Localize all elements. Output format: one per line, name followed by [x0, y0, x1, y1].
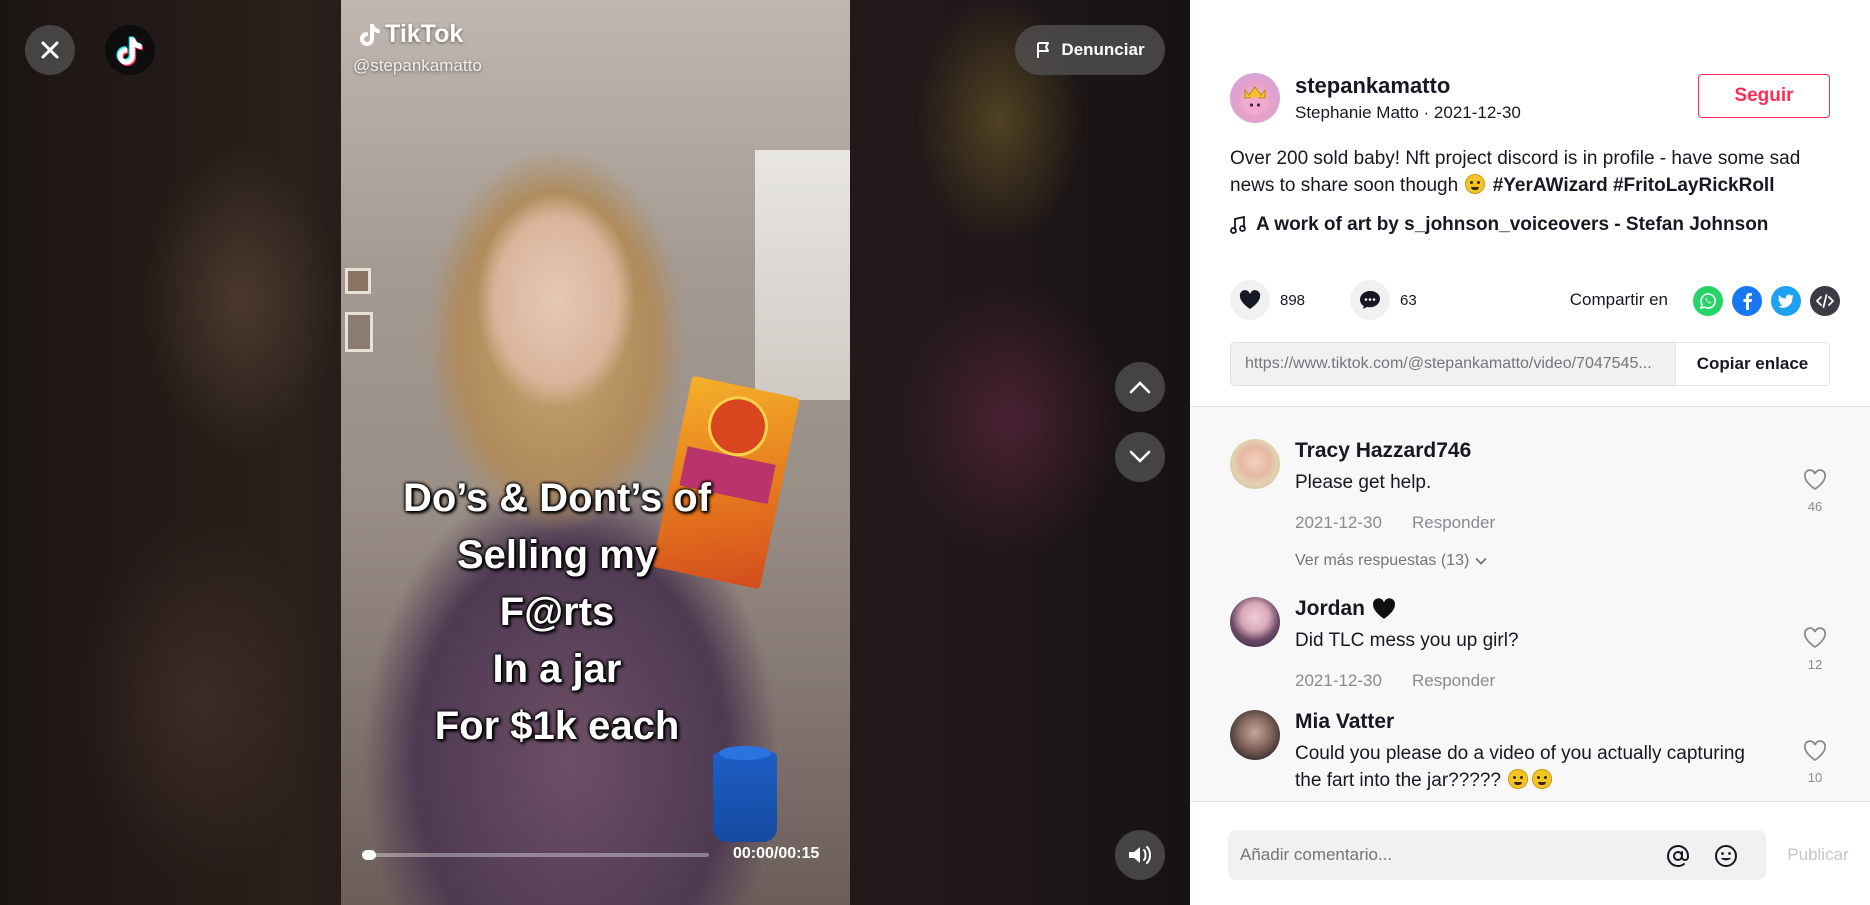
facebook-icon[interactable] — [1732, 286, 1762, 316]
whatsapp-icon[interactable] — [1693, 286, 1723, 316]
tiktok-logo-icon — [360, 23, 380, 46]
comment-composer: Publicar — [1190, 801, 1870, 905]
action-bar: 898 63 Compartir en — [1230, 280, 1840, 320]
comment-like-button[interactable]: 12 — [1800, 627, 1830, 672]
emoji-icon[interactable] — [1714, 844, 1738, 868]
heart-outline-icon — [1803, 469, 1827, 491]
caption-line: F@rts — [499, 590, 615, 634]
video-jar — [713, 746, 777, 842]
author-subline: Stephanie Matto · 2021-12-30 — [1295, 103, 1521, 122]
comment-button[interactable] — [1350, 280, 1390, 320]
comment-like-count: 46 — [1807, 499, 1823, 514]
comment-count: 63 — [1400, 292, 1417, 309]
heart-icon — [1239, 290, 1261, 309]
comment-meta: 2021-12-30 Responder — [1295, 513, 1495, 533]
like-button[interactable] — [1230, 280, 1270, 320]
music-title: A work of art by s_johnson_voiceovers - … — [1256, 214, 1769, 235]
share-link-box: https://www.tiktok.com/@stepankamatto/vi… — [1230, 342, 1830, 386]
comment-like-button[interactable]: 10 — [1800, 740, 1830, 785]
hashtag-link[interactable]: #YerAWizard — [1493, 175, 1608, 196]
video-description: Over 200 sold baby! Nft project discord … — [1230, 145, 1840, 199]
next-video-button[interactable] — [1115, 432, 1165, 482]
chevron-down-icon — [1475, 557, 1487, 565]
music-link[interactable]: A work of art by s_johnson_voiceovers - … — [1230, 214, 1768, 236]
volume-icon — [1129, 846, 1151, 864]
tiktok-home-button[interactable] — [105, 25, 155, 75]
chevron-down-icon — [1129, 450, 1151, 463]
caption-line: In a jar — [492, 647, 622, 691]
mention-icon[interactable] — [1666, 844, 1690, 868]
comment-date: 2021-12-30 — [1295, 671, 1382, 690]
close-icon — [41, 41, 59, 59]
view-more-replies[interactable]: Ver más respuestas (13) — [1295, 552, 1487, 570]
comment-date: 2021-12-30 — [1295, 513, 1382, 532]
black-heart-emoji-icon — [1373, 598, 1396, 619]
avatar[interactable] — [1230, 710, 1280, 760]
video-progress-bar[interactable] — [362, 850, 709, 860]
video-background-cabinets — [755, 150, 850, 400]
comment-author[interactable]: Tracy Hazzard746 — [1295, 439, 1471, 463]
video-stage: TikTok @stepankamatto Do’s & Dont’s of S… — [0, 0, 1190, 905]
author-username[interactable]: stepankamatto — [1295, 73, 1450, 99]
comment-like-button[interactable]: 46 — [1800, 469, 1830, 514]
tiktok-logo-icon — [116, 36, 143, 66]
caption-line: For $1k each — [434, 704, 680, 748]
reply-button[interactable]: Responder — [1412, 513, 1495, 532]
flushed-face-emoji-icon — [1508, 769, 1529, 789]
volume-button[interactable] — [1115, 830, 1165, 880]
watermark-brand: TikTok — [385, 20, 464, 48]
twitter-icon[interactable] — [1771, 286, 1801, 316]
progress-handle[interactable] — [362, 850, 376, 860]
comment-text: Did TLC mess you up girl? — [1295, 630, 1519, 651]
comment-author[interactable]: Mia Vatter — [1295, 710, 1394, 734]
heart-outline-icon — [1803, 740, 1827, 762]
heart-outline-icon — [1803, 627, 1827, 649]
joy-face-emoji-icon — [1532, 769, 1553, 789]
caption-line: Do’s & Dont’s of — [402, 476, 712, 520]
chevron-up-icon — [1129, 381, 1151, 394]
share-label: Compartir en — [1569, 290, 1668, 309]
comment-input-wrapper — [1228, 830, 1766, 880]
video-wall-frame — [345, 312, 373, 352]
like-count: 898 — [1280, 292, 1306, 309]
comment-list[interactable]: Tracy Hazzard746 Please get help. 2021-1… — [1190, 407, 1870, 801]
follow-button[interactable]: Seguir — [1698, 74, 1830, 118]
embed-icon[interactable] — [1810, 286, 1840, 316]
video-wall-frame — [345, 268, 371, 294]
video-time: 00:00/00:15 — [733, 845, 820, 862]
comment-icon — [1360, 291, 1380, 309]
watermark-username: @stepankamatto — [353, 56, 482, 75]
previous-video-button[interactable] — [1115, 362, 1165, 412]
share-link-url[interactable]: https://www.tiktok.com/@stepankamatto/vi… — [1231, 355, 1675, 373]
details-panel: stepankamatto Stephanie Matto · 2021-12-… — [1190, 0, 1870, 905]
hashtag-link[interactable]: #FritoLayRickRoll — [1613, 175, 1775, 196]
avatar[interactable] — [1230, 439, 1280, 489]
avatar-crown-icon — [1244, 86, 1266, 115]
caption-line: Selling my — [456, 533, 658, 577]
comment-text: Please get help. — [1295, 472, 1432, 493]
comment-like-count: 12 — [1807, 657, 1823, 672]
comment-meta: 2021-12-30 Responder — [1295, 671, 1495, 691]
comment-like-count: 10 — [1807, 770, 1823, 785]
publish-button[interactable]: Publicar — [1766, 830, 1870, 880]
close-button[interactable] — [25, 25, 75, 75]
watermark-logo: TikTok — [357, 20, 463, 49]
report-label: Denunciar — [1061, 40, 1145, 59]
video-caption-overlay: Do’s & Dont’s of Selling my F@rts In a j… — [341, 470, 773, 755]
more-replies-label: Ver más respuestas (13) — [1295, 552, 1470, 569]
author-avatar[interactable] — [1230, 73, 1280, 123]
reply-button[interactable]: Responder — [1412, 671, 1495, 690]
comment-text: Could you please do a video of you actua… — [1295, 743, 1745, 791]
report-button[interactable]: Denunciar — [1015, 25, 1165, 75]
video-frame[interactable] — [341, 0, 850, 905]
copy-link-button[interactable]: Copiar enlace — [1675, 343, 1829, 385]
avatar[interactable] — [1230, 597, 1280, 647]
comment-author[interactable]: Jordan — [1295, 597, 1397, 621]
music-note-icon — [1230, 216, 1246, 234]
pleading-face-emoji-icon — [1465, 174, 1486, 194]
flag-icon — [1037, 42, 1050, 58]
